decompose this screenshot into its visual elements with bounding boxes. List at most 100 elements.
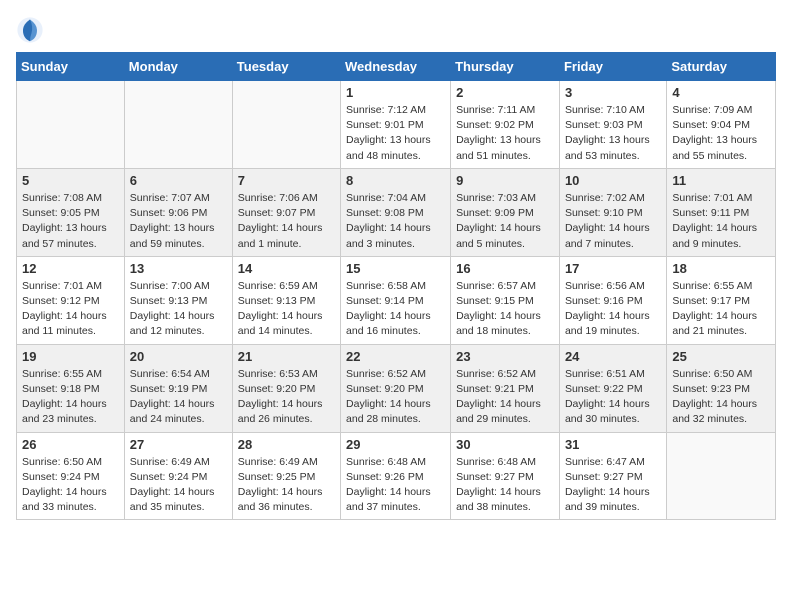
calendar-cell: 31 Sunrise: 6:47 AMSunset: 9:27 PMDayligh… — [559, 432, 666, 520]
day-number: 23 — [456, 349, 554, 364]
day-number: 29 — [346, 437, 445, 452]
calendar-cell: 13 Sunrise: 7:00 AMSunset: 9:13 PMDayligh… — [124, 256, 232, 344]
day-number: 30 — [456, 437, 554, 452]
day-number: 6 — [130, 173, 227, 188]
cell-info: Sunrise: 7:03 AMSunset: 9:09 PMDaylight:… — [456, 191, 554, 252]
header-cell-saturday: Saturday — [667, 53, 776, 81]
day-number: 2 — [456, 85, 554, 100]
calendar-cell: 2 Sunrise: 7:11 AMSunset: 9:02 PMDaylight… — [451, 81, 560, 169]
day-number: 8 — [346, 173, 445, 188]
calendar-cell — [232, 81, 340, 169]
header-cell-friday: Friday — [559, 53, 666, 81]
calendar-cell — [17, 81, 125, 169]
calendar-cell: 1Sunrise: 7:12 AMSunset: 9:01 PMDaylight… — [341, 81, 451, 169]
cell-info: Sunrise: 7:09 AMSunset: 9:04 PMDaylight:… — [672, 103, 770, 164]
calendar-week-1: 1Sunrise: 7:12 AMSunset: 9:01 PMDaylight… — [17, 81, 776, 169]
calendar-cell: 4Sunrise: 7:09 AMSunset: 9:04 PMDaylight… — [667, 81, 776, 169]
day-number: 15 — [346, 261, 445, 276]
cell-info: Sunrise: 7:12 AMSunset: 9:01 PMDaylight:… — [346, 103, 445, 164]
day-number: 3 — [565, 85, 661, 100]
cell-info: Sunrise: 7:01 AMSunset: 9:11 PMDaylight:… — [672, 191, 770, 252]
cell-info: Sunrise: 6:54 AMSunset: 9:19 PMDaylight:… — [130, 367, 227, 428]
cell-info: Sunrise: 7:04 AMSunset: 9:08 PMDaylight:… — [346, 191, 445, 252]
cell-info: Sunrise: 7:08 AMSunset: 9:05 PMDaylight:… — [22, 191, 119, 252]
cell-info: Sunrise: 7:07 AMSunset: 9:06 PMDaylight:… — [130, 191, 227, 252]
calendar-cell: 9Sunrise: 7:03 AMSunset: 9:09 PMDaylight… — [451, 168, 560, 256]
day-number: 19 — [22, 349, 119, 364]
cell-info: Sunrise: 6:52 AMSunset: 9:21 PMDaylight:… — [456, 367, 554, 428]
cell-info: Sunrise: 6:48 AMSunset: 9:27 PMDaylight:… — [456, 455, 554, 516]
cell-info: Sunrise: 6:50 AMSunset: 9:23 PMDaylight:… — [672, 367, 770, 428]
calendar-body: 1Sunrise: 7:12 AMSunset: 9:01 PMDaylight… — [17, 81, 776, 520]
cell-info: Sunrise: 6:58 AMSunset: 9:14 PMDaylight:… — [346, 279, 445, 340]
header-cell-wednesday: Wednesday — [341, 53, 451, 81]
day-number: 31 — [565, 437, 661, 452]
calendar-cell: 12 Sunrise: 7:01 AMSunset: 9:12 PMDayligh… — [17, 256, 125, 344]
day-number: 11 — [672, 173, 770, 188]
day-number: 17 — [565, 261, 661, 276]
day-number: 25 — [672, 349, 770, 364]
calendar-cell: 18 Sunrise: 6:55 AMSunset: 9:17 PMDayligh… — [667, 256, 776, 344]
calendar-cell: 19 Sunrise: 6:55 AMSunset: 9:18 PMDayligh… — [17, 344, 125, 432]
day-number: 21 — [238, 349, 335, 364]
day-number: 16 — [456, 261, 554, 276]
header — [16, 16, 776, 44]
calendar-cell: 5 Sunrise: 7:08 AMSunset: 9:05 PMDaylight… — [17, 168, 125, 256]
calendar-cell: 24Sunrise: 6:51 AMSunset: 9:22 PMDayligh… — [559, 344, 666, 432]
day-number: 13 — [130, 261, 227, 276]
calendar-cell: 27Sunrise: 6:49 AMSunset: 9:24 PMDayligh… — [124, 432, 232, 520]
calendar-cell: 20 Sunrise: 6:54 AMSunset: 9:19 PMDayligh… — [124, 344, 232, 432]
day-number: 14 — [238, 261, 335, 276]
calendar-cell: 22 Sunrise: 6:52 AMSunset: 9:20 PMDayligh… — [341, 344, 451, 432]
logo-icon — [16, 16, 44, 44]
cell-info: Sunrise: 6:59 AMSunset: 9:13 PMDaylight:… — [238, 279, 335, 340]
day-number: 18 — [672, 261, 770, 276]
header-cell-sunday: Sunday — [17, 53, 125, 81]
cell-info: Sunrise: 6:55 AMSunset: 9:17 PMDaylight:… — [672, 279, 770, 340]
day-number: 27 — [130, 437, 227, 452]
cell-info: Sunrise: 7:01 AMSunset: 9:12 PMDaylight:… — [22, 279, 119, 340]
cell-info: Sunrise: 7:11 AMSunset: 9:02 PMDaylight:… — [456, 103, 554, 164]
cell-info: Sunrise: 7:06 AMSunset: 9:07 PMDaylight:… — [238, 191, 335, 252]
day-number: 20 — [130, 349, 227, 364]
cell-info: Sunrise: 6:56 AMSunset: 9:16 PMDaylight:… — [565, 279, 661, 340]
calendar-week-2: 5 Sunrise: 7:08 AMSunset: 9:05 PMDaylight… — [17, 168, 776, 256]
logo — [16, 16, 46, 44]
cell-info: Sunrise: 6:51 AMSunset: 9:22 PMDaylight:… — [565, 367, 661, 428]
cell-info: Sunrise: 7:00 AMSunset: 9:13 PMDaylight:… — [130, 279, 227, 340]
calendar-table: SundayMondayTuesdayWednesdayThursdayFrid… — [16, 52, 776, 520]
day-number: 28 — [238, 437, 335, 452]
calendar-cell: 25 Sunrise: 6:50 AMSunset: 9:23 PMDayligh… — [667, 344, 776, 432]
calendar-cell: 7 Sunrise: 7:06 AMSunset: 9:07 PMDaylight… — [232, 168, 340, 256]
cell-info: Sunrise: 6:52 AMSunset: 9:20 PMDaylight:… — [346, 367, 445, 428]
calendar-cell: 16 Sunrise: 6:57 AMSunset: 9:15 PMDayligh… — [451, 256, 560, 344]
day-number: 26 — [22, 437, 119, 452]
calendar-cell: 8 Sunrise: 7:04 AMSunset: 9:08 PMDaylight… — [341, 168, 451, 256]
cell-info: Sunrise: 6:49 AMSunset: 9:25 PMDaylight:… — [238, 455, 335, 516]
day-number: 5 — [22, 173, 119, 188]
calendar-week-3: 12 Sunrise: 7:01 AMSunset: 9:12 PMDayligh… — [17, 256, 776, 344]
calendar-cell: 11 Sunrise: 7:01 AMSunset: 9:11 PMDayligh… — [667, 168, 776, 256]
day-number: 12 — [22, 261, 119, 276]
calendar-cell: 29 Sunrise: 6:48 AMSunset: 9:26 PMDayligh… — [341, 432, 451, 520]
header-row: SundayMondayTuesdayWednesdayThursdayFrid… — [17, 53, 776, 81]
day-number: 7 — [238, 173, 335, 188]
calendar-cell: 26 Sunrise: 6:50 AMSunset: 9:24 PMDayligh… — [17, 432, 125, 520]
cell-info: Sunrise: 6:48 AMSunset: 9:26 PMDaylight:… — [346, 455, 445, 516]
header-cell-tuesday: Tuesday — [232, 53, 340, 81]
day-number: 10 — [565, 173, 661, 188]
cell-info: Sunrise: 6:55 AMSunset: 9:18 PMDaylight:… — [22, 367, 119, 428]
cell-info: Sunrise: 7:10 AMSunset: 9:03 PMDaylight:… — [565, 103, 661, 164]
cell-info: Sunrise: 6:53 AMSunset: 9:20 PMDaylight:… — [238, 367, 335, 428]
cell-info: Sunrise: 6:47 AMSunset: 9:27 PMDaylight:… — [565, 455, 661, 516]
calendar-week-5: 26 Sunrise: 6:50 AMSunset: 9:24 PMDayligh… — [17, 432, 776, 520]
cell-info: Sunrise: 6:50 AMSunset: 9:24 PMDaylight:… — [22, 455, 119, 516]
calendar-cell: 15 Sunrise: 6:58 AMSunset: 9:14 PMDayligh… — [341, 256, 451, 344]
day-number: 22 — [346, 349, 445, 364]
calendar-cell: 14 Sunrise: 6:59 AMSunset: 9:13 PMDayligh… — [232, 256, 340, 344]
calendar-cell: 30 Sunrise: 6:48 AMSunset: 9:27 PMDayligh… — [451, 432, 560, 520]
calendar-cell: 10 Sunrise: 7:02 AMSunset: 9:10 PMDayligh… — [559, 168, 666, 256]
cell-info: Sunrise: 7:02 AMSunset: 9:10 PMDaylight:… — [565, 191, 661, 252]
calendar-cell: 6 Sunrise: 7:07 AMSunset: 9:06 PMDaylight… — [124, 168, 232, 256]
cell-info: Sunrise: 6:57 AMSunset: 9:15 PMDaylight:… — [456, 279, 554, 340]
